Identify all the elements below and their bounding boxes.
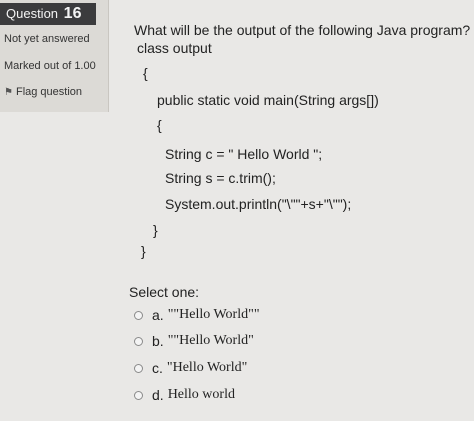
code-line: String c = " Hello World ";: [165, 146, 323, 162]
flag-label: Flag question: [15, 86, 83, 98]
radio-button[interactable]: [134, 336, 143, 346]
option-letter: c.: [152, 360, 163, 376]
code-line: {: [143, 65, 148, 81]
code-line: class output: [137, 40, 212, 56]
question-label: Question: [6, 6, 59, 21]
code-line: }: [153, 222, 158, 238]
code-line: {: [157, 117, 162, 133]
marks-info: Marked out of 1.00: [4, 60, 96, 72]
question-number-badge: Question 16: [0, 3, 96, 25]
flag-icon: ⚑: [4, 87, 13, 98]
radio-button[interactable]: [134, 390, 143, 400]
flag-question-link[interactable]: ⚑ Flag question: [4, 86, 82, 98]
option-text: "Hello World": [166, 360, 248, 375]
code-line: String s = c.trim();: [165, 170, 276, 186]
answer-option-a[interactable]: a. ""Hello World"": [134, 306, 260, 324]
radio-button[interactable]: [134, 310, 143, 320]
answer-option-b[interactable]: b. ""Hello World": [134, 332, 254, 350]
question-number: 16: [63, 5, 82, 22]
radio-button[interactable]: [134, 363, 143, 373]
question-text: What will be the output of the following…: [134, 22, 471, 38]
answer-status: Not yet answered: [4, 33, 90, 45]
code-line: public static void main(String args[]): [157, 92, 379, 108]
option-text: Hello world: [167, 387, 235, 402]
option-letter: a.: [152, 307, 164, 323]
select-one-label: Select one:: [129, 284, 200, 300]
code-line: System.out.println("\""+s+"\"");: [165, 196, 352, 212]
answer-option-d[interactable]: d. Hello world: [134, 386, 235, 404]
question-info-panel: Question 16 Not yet answered Marked out …: [0, 0, 109, 112]
option-letter: d.: [152, 387, 164, 403]
option-letter: b.: [152, 333, 164, 349]
answer-option-c[interactable]: c. "Hello World": [134, 359, 247, 377]
code-line: }: [141, 243, 146, 259]
option-text: ""Hello World": [167, 333, 254, 348]
option-text: ""Hello World"": [167, 307, 260, 322]
